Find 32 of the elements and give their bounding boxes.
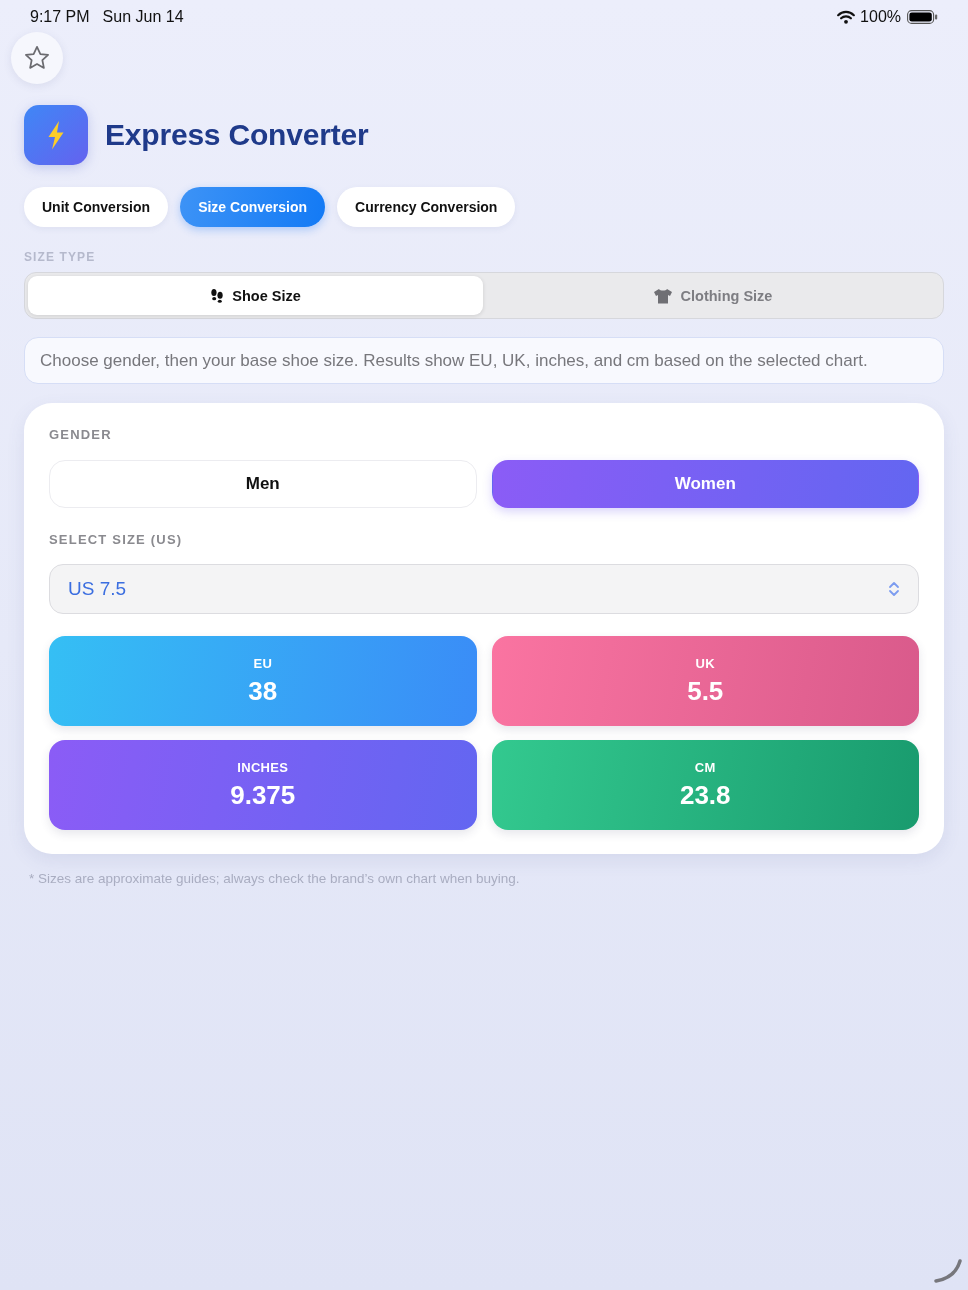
battery-percent: 100% bbox=[860, 8, 901, 26]
section-label: GENDER bbox=[49, 427, 113, 442]
result-value: 9.375 bbox=[230, 779, 296, 811]
gender-option[interactable]: Women bbox=[491, 460, 919, 508]
result-value: 38 bbox=[248, 675, 278, 707]
footnote: * Sizes are approximate guides; always check the brand’s own chart when buying. bbox=[29, 871, 521, 886]
favorite-button[interactable] bbox=[11, 32, 63, 84]
gender-option[interactable]: Men bbox=[49, 460, 477, 508]
footprints-icon bbox=[210, 287, 225, 304]
result-value: 23.8 bbox=[679, 779, 731, 811]
status-time: 9:17 PM bbox=[30, 8, 90, 26]
tab[interactable]: Currency Conversion bbox=[337, 187, 516, 227]
t-shirt-icon bbox=[652, 287, 673, 304]
result-label: UK bbox=[695, 655, 715, 671]
segment-option[interactable]: Shoe Size bbox=[28, 276, 483, 315]
size-select[interactable]: US 7.5 bbox=[49, 564, 919, 614]
arc-icon bbox=[933, 1258, 963, 1284]
tab[interactable]: Unit Conversion bbox=[24, 187, 169, 227]
info-banner: Choose gender, then your base shoe size. Results show EU, UK, inches, and cm based on the selected chart. bbox=[24, 337, 944, 384]
status-date: Sun Jun 14 bbox=[102, 8, 184, 26]
battery-icon bbox=[907, 10, 938, 24]
result-label: EU bbox=[253, 655, 273, 671]
section-label: SELECT SIZE (US) bbox=[49, 532, 184, 547]
result-value: 5.5 bbox=[687, 675, 724, 707]
app-icon bbox=[24, 105, 88, 165]
tab[interactable]: Size Conversion bbox=[180, 187, 326, 227]
wifi-icon bbox=[837, 10, 856, 24]
chevron-up-down-icon bbox=[888, 580, 900, 598]
result-label: CM bbox=[694, 759, 716, 775]
app-title: Express Converter bbox=[105, 118, 369, 152]
star-icon bbox=[23, 44, 51, 72]
result-label: INCHES bbox=[237, 759, 289, 775]
